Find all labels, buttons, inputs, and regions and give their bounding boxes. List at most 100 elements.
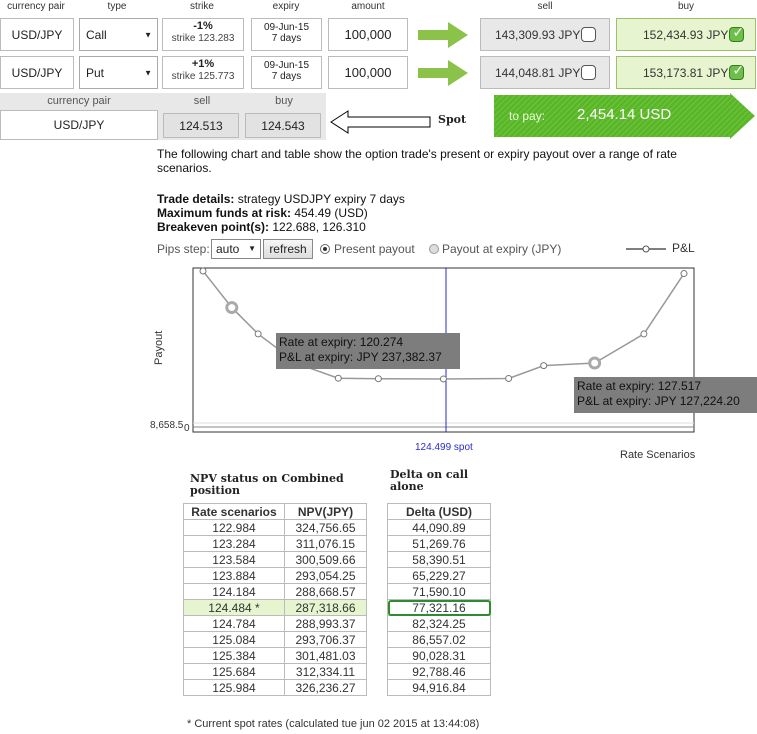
- row1-strike[interactable]: -1% strike 123.283: [162, 18, 244, 51]
- refresh-button[interactable]: refresh: [263, 239, 313, 259]
- expiry-radio[interactable]: [429, 244, 439, 254]
- chart-point[interactable]: [540, 362, 548, 370]
- row1-buy-value: 152,434.93 JPY: [643, 27, 729, 42]
- chart-point[interactable]: [439, 375, 447, 383]
- col-header-buy: buy: [677, 1, 695, 12]
- npv-cell: 287,318.66: [284, 599, 367, 616]
- row1-strike-rate: strike 123.283: [171, 33, 235, 44]
- row2-buy-button[interactable]: 153,173.81 JPY: [616, 56, 756, 89]
- npv-cell: 311,076.15: [284, 535, 367, 552]
- row2-strike-pct: +1%: [191, 58, 215, 70]
- npv-row: 125.684 312,334.11: [183, 663, 367, 680]
- npv-row: 124.184 288,668.57: [183, 583, 367, 600]
- npv-row: 122.984 324,756.65: [183, 519, 367, 536]
- tooltip-2-rate: Rate at expiry: 127.517: [577, 379, 702, 393]
- chart-point[interactable]: [199, 267, 207, 275]
- row2-amount-input[interactable]: 100,000: [328, 56, 408, 89]
- row2-sell-button[interactable]: 144,048.81 JPY: [480, 56, 610, 89]
- row1-strike-pct: -1%: [193, 20, 213, 32]
- spot-pair: USD/JPY: [0, 110, 158, 140]
- delta-row: 94,916.84: [387, 679, 491, 696]
- breakeven: Breakeven point(s): 122.688, 126.310: [157, 220, 366, 234]
- npv-row: 125.084 293,706.37: [183, 631, 367, 648]
- row1-buy-checkbox[interactable]: [729, 25, 745, 42]
- npv-cell: 301,481.03: [284, 647, 367, 664]
- npv-row: 123.884 293,054.25: [183, 567, 367, 584]
- row1-sell-value: 143,309.93 JPY: [495, 27, 581, 42]
- npv-cell: 312,334.11: [284, 663, 367, 680]
- npv-row: 124.784 288,993.37: [183, 615, 367, 632]
- row1-type-select[interactable]: Call ▼: [79, 18, 158, 51]
- row1-sell-checkbox[interactable]: [581, 27, 597, 42]
- npv-cell: 300,509.66: [284, 551, 367, 568]
- breakeven-value: 122.688, 126.310: [272, 220, 366, 234]
- rate-cell: 125.384: [183, 647, 285, 664]
- tooltip-2-pl: P&L at expiry: JPY 127,224.20: [577, 394, 740, 408]
- trade-details: Trade details: strategy USDJPY expiry 7 …: [157, 192, 405, 206]
- npv-cell: 324,756.65: [284, 519, 367, 536]
- npv-cell: 326,236.27: [284, 679, 367, 696]
- rate-cell: 125.084: [183, 631, 285, 648]
- row2-expiry[interactable]: 09-Jun-15 7 days: [251, 56, 322, 89]
- row2-pair: USD/JPY: [0, 56, 74, 89]
- description-text: The following chart and table show the o…: [157, 147, 677, 175]
- spot-buy-label: buy: [275, 95, 293, 107]
- row1-pair: USD/JPY: [0, 18, 74, 51]
- row2-expiry-date: 09-Jun-15: [263, 60, 310, 71]
- row1-type-value: Call: [86, 27, 107, 42]
- npv-row: 125.984 326,236.27: [183, 679, 367, 696]
- npv-row: 123.284 311,076.15: [183, 535, 367, 552]
- present-radio[interactable]: [320, 244, 330, 254]
- row1-buy-button[interactable]: 152,434.93 JPY: [616, 18, 756, 51]
- tooltip-1-rate: Rate at expiry: 120.274: [279, 335, 404, 349]
- delta-table: Delta (USD) 44,090.89 51,269.76 58,390.51 6…: [387, 503, 491, 696]
- row1-amount-input[interactable]: 100,000: [328, 18, 408, 51]
- arrow-left-icon: [330, 110, 431, 134]
- rate-cell: 122.984: [183, 519, 285, 536]
- row1-expiry-days: 7 days: [271, 33, 302, 44]
- npv-table: Rate scenarios NPV(JPY) 122.984 324,756.65…: [183, 503, 367, 696]
- chart-y-zero: 0: [184, 423, 190, 434]
- row2-strike[interactable]: +1% strike 125.773: [162, 56, 244, 89]
- chart-point[interactable]: [254, 330, 262, 338]
- delta-row: 51,269.76: [387, 535, 491, 552]
- pips-select[interactable]: auto ▼: [211, 239, 261, 259]
- row2-sell-checkbox[interactable]: [581, 65, 597, 80]
- delta-row: 90,028.31: [387, 647, 491, 664]
- delta-cell: 82,324.25: [387, 615, 491, 632]
- chart-tooltip-1: Rate at expiry: 120.274 P&L at expiry: J…: [276, 333, 460, 369]
- delta-cell: 86,557.02: [387, 631, 491, 648]
- pips-label: Pips step:: [157, 242, 210, 256]
- delta-cell: 94,916.84: [387, 679, 491, 696]
- pips-value: auto: [216, 242, 240, 256]
- row2-type-select[interactable]: Put ▼: [79, 56, 158, 89]
- chart-point[interactable]: [588, 356, 602, 370]
- max-funds: Maximum funds at risk: 454.49 (USD): [157, 206, 368, 220]
- chart-y-tick: 8,658.5: [150, 420, 184, 431]
- rate-cell: 123.584: [183, 551, 285, 568]
- trade-details-label: Trade details:: [157, 192, 235, 206]
- chart-point[interactable]: [505, 374, 513, 382]
- chart-spot-label: 124.499 spot: [415, 442, 473, 453]
- delta-row: 86,557.02: [387, 631, 491, 648]
- row1-expiry[interactable]: 09-Jun-15 7 days: [251, 18, 322, 51]
- chart-point[interactable]: [680, 270, 688, 278]
- row1-sell-button[interactable]: 143,309.93 JPY: [480, 18, 610, 51]
- chart-point[interactable]: [334, 374, 342, 382]
- npv-cell: 293,054.25: [284, 567, 367, 584]
- chart-point[interactable]: [225, 301, 239, 315]
- legend-label: P&L: [672, 241, 695, 255]
- row2-sell-value: 144,048.81 JPY: [495, 65, 581, 80]
- to-pay-value: 2,454.14 USD: [577, 106, 672, 123]
- chart-point[interactable]: [374, 375, 382, 383]
- present-label: Present payout: [334, 242, 415, 256]
- delta-cell: 44,090.89: [387, 519, 491, 536]
- spot-sell-label: sell: [193, 95, 211, 107]
- spot-sell-value: 124.513: [163, 113, 239, 138]
- row2-buy-checkbox[interactable]: [729, 63, 745, 80]
- npv-header-rate: Rate scenarios: [183, 503, 285, 520]
- chart-point[interactable]: [640, 330, 648, 338]
- spot-pair-label: currency pair: [0, 93, 158, 110]
- max-funds-label: Maximum funds at risk:: [157, 206, 292, 220]
- dropdown-arrow-icon: ▼: [144, 68, 152, 77]
